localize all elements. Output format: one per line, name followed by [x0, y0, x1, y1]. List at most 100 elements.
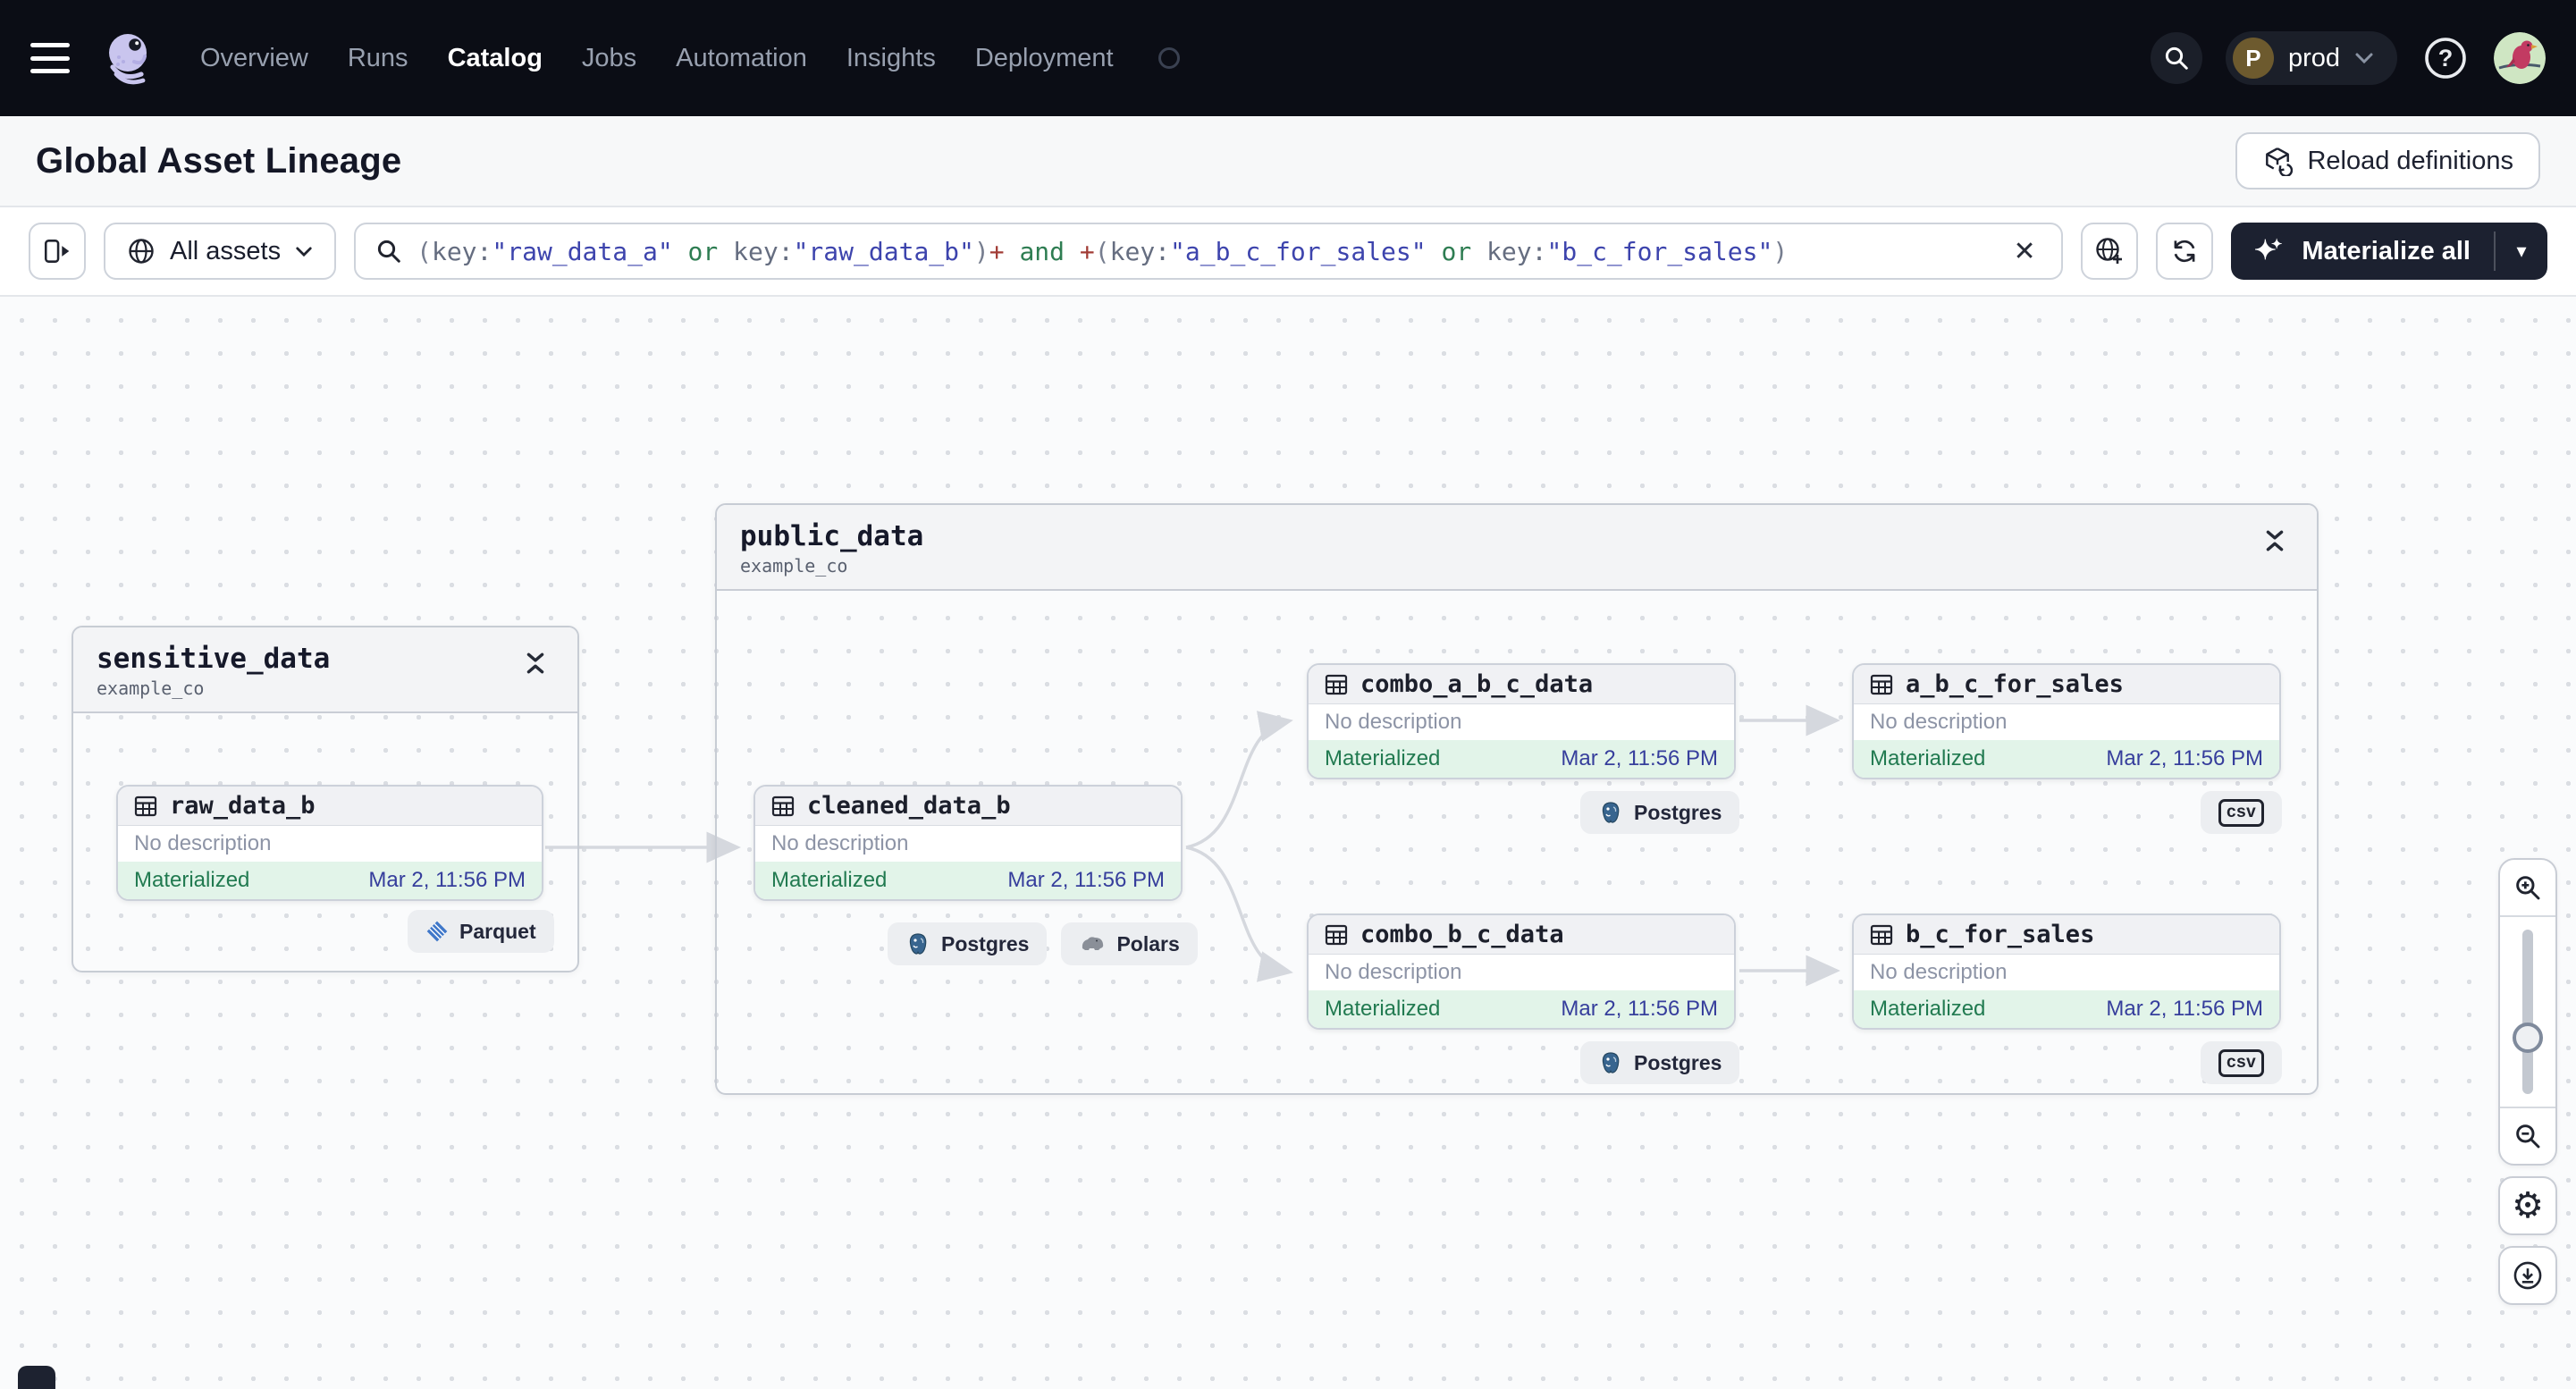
user-avatar[interactable]	[2494, 32, 2546, 84]
clear-query-button[interactable]: ✕	[2008, 236, 2041, 267]
materialize-all-button[interactable]: ✦✦ Materialize all	[2231, 223, 2494, 280]
materialize-all-label: Materialize all	[2302, 236, 2471, 265]
download-graph-button[interactable]	[2498, 1246, 2557, 1305]
nav-item-automation[interactable]: Automation	[676, 44, 807, 73]
refresh-icon	[2174, 240, 2195, 263]
help-button[interactable]: ?	[2420, 33, 2471, 83]
nav-item-runs[interactable]: Runs	[348, 44, 408, 73]
workspace-avatar: P	[2232, 38, 2274, 79]
kind-badge-parquet[interactable]: Parquet	[408, 910, 554, 953]
globe-icon	[129, 239, 154, 264]
asset-status-row: Materialized Mar 2, 11:56 PM	[1854, 990, 2279, 1028]
materialization-timestamp[interactable]: Mar 2, 11:56 PM	[1007, 868, 1165, 893]
top-nav: Overview Runs Catalog Jobs Automation In…	[0, 0, 2576, 116]
asset-search-input[interactable]: (key:"raw_data_a" or key:"raw_data_b")+ …	[354, 223, 2063, 280]
collapsed-panel-corner[interactable]	[18, 1366, 55, 1389]
toggle-left-panel-button[interactable]	[29, 223, 86, 280]
materialization-timestamp[interactable]: Mar 2, 11:56 PM	[2106, 997, 2263, 1022]
graph-settings-button[interactable]: ⚙	[2498, 1176, 2557, 1235]
status-badge: Materialized	[1325, 997, 1441, 1021]
asset-node-raw-data-b[interactable]: raw_data_b No description Materialized M…	[116, 785, 543, 901]
zoom-in-button[interactable]	[2500, 860, 2555, 915]
loading-spinner-icon	[1158, 47, 1180, 69]
nav-item-deployment[interactable]: Deployment	[975, 44, 1114, 73]
kind-badges-raw-data-b: Parquet	[408, 910, 554, 953]
materialization-timestamp[interactable]: Mar 2, 11:56 PM	[1561, 746, 1718, 771]
csv-icon: csv	[2218, 1048, 2265, 1077]
asset-status-row: Materialized Mar 2, 11:56 PM	[1854, 740, 2279, 778]
hamburger-icon[interactable]	[30, 43, 70, 73]
filter-bar: All assets (key:"raw_data_a" or key:"raw…	[0, 207, 2576, 297]
asset-description: No description	[1309, 955, 1734, 990]
materialization-timestamp[interactable]: Mar 2, 11:56 PM	[368, 868, 526, 893]
workspace-switcher[interactable]: P prod	[2225, 31, 2397, 85]
asset-node-combo-b-c-data[interactable]: combo_b_c_data No description Materializ…	[1307, 913, 1736, 1030]
table-icon	[1325, 924, 1348, 945]
asset-name: a_b_c_for_sales	[1906, 670, 2124, 698]
group-header: public_data example_co	[717, 505, 2317, 591]
nav-item-catalog[interactable]: Catalog	[448, 44, 543, 73]
group-title: sensitive_data	[97, 643, 331, 675]
table-icon	[134, 796, 157, 816]
nav-item-insights[interactable]: Insights	[846, 44, 936, 73]
nav-links: Overview Runs Catalog Jobs Automation In…	[200, 44, 1180, 73]
asset-selection-query[interactable]: (key:"raw_data_a" or key:"raw_data_b")+ …	[417, 237, 1993, 266]
polars-icon	[1082, 937, 1104, 950]
collapse-icon	[526, 652, 544, 674]
kind-badge-postgres[interactable]: Postgres	[1580, 791, 1740, 834]
caret-down-icon: ▾	[2516, 240, 2527, 262]
asset-name: combo_a_b_c_data	[1360, 670, 1594, 698]
materialization-timestamp[interactable]: Mar 2, 11:56 PM	[1561, 997, 1718, 1022]
asset-scope-dropdown[interactable]: All assets	[104, 223, 337, 280]
asset-description: No description	[755, 826, 1181, 862]
kind-badges-a-b-c-for-sales: csv	[2201, 791, 2283, 834]
asset-name: combo_b_c_data	[1360, 921, 1564, 948]
collapse-group-button[interactable]	[517, 644, 554, 687]
asset-node-b-c-for-sales[interactable]: b_c_for_sales No description Materialize…	[1852, 913, 2281, 1030]
global-search-button[interactable]	[2150, 32, 2202, 84]
zoom-control-panel	[2498, 858, 2557, 1166]
collapse-group-button[interactable]	[2256, 521, 2294, 565]
zoom-slider-knob[interactable]	[2513, 1023, 2543, 1053]
asset-name: raw_data_b	[170, 792, 316, 820]
asset-status-row: Materialized Mar 2, 11:56 PM	[1309, 740, 1734, 778]
dagster-logo[interactable]	[100, 29, 157, 87]
status-badge: Materialized	[134, 868, 250, 892]
asset-description: No description	[118, 826, 542, 862]
bird-avatar-image	[2494, 32, 2546, 84]
chevron-down-icon	[296, 247, 312, 257]
materialize-options-button[interactable]: ▾	[2496, 223, 2547, 280]
kind-badge-postgres[interactable]: Postgres	[1580, 1041, 1740, 1084]
table-icon	[1870, 674, 1893, 694]
asset-description: No description	[1309, 704, 1734, 740]
nav-item-overview[interactable]: Overview	[200, 44, 308, 73]
group-location: example_co	[97, 677, 205, 699]
kind-badge-csv[interactable]: csv	[2201, 791, 2283, 834]
table-icon	[771, 796, 795, 816]
zoom-out-button[interactable]	[2500, 1108, 2555, 1164]
reload-definitions-button[interactable]: Reload definitions	[2235, 132, 2540, 189]
group-header: sensitive_data example_co	[73, 627, 577, 713]
asset-description: No description	[1854, 955, 2279, 990]
status-badge: Materialized	[1325, 746, 1441, 770]
refresh-graph-button[interactable]	[2155, 223, 2213, 280]
nav-item-jobs[interactable]: Jobs	[582, 44, 636, 73]
globe-plus-icon	[2095, 238, 2122, 264]
asset-status-row: Materialized Mar 2, 11:56 PM	[755, 862, 1181, 899]
zoom-slider-track[interactable]	[2522, 930, 2533, 1094]
zoom-slider[interactable]	[2500, 915, 2555, 1108]
kind-badges-combo-b-c-data: Postgres	[1580, 1041, 1740, 1084]
gear-icon: ⚙	[2512, 1186, 2544, 1225]
postgres-icon	[1602, 1052, 1620, 1073]
asset-lineage-canvas[interactable]: sensitive_data example_co public_data ex…	[0, 297, 2576, 1389]
group-location: example_co	[740, 554, 848, 577]
materialization-timestamp[interactable]: Mar 2, 11:56 PM	[2106, 746, 2263, 771]
add-scope-button[interactable]	[2080, 223, 2138, 280]
asset-node-cleaned-data-b[interactable]: cleaned_data_b No description Materializ…	[753, 785, 1183, 901]
asset-node-a-b-c-for-sales[interactable]: a_b_c_for_sales No description Materiali…	[1852, 663, 2281, 779]
kind-badge-polars[interactable]: Polars	[1061, 922, 1198, 965]
asset-node-combo-a-b-c-data[interactable]: combo_a_b_c_data No description Material…	[1307, 663, 1736, 779]
kind-badge-postgres[interactable]: Postgres	[888, 922, 1048, 965]
chevron-down-icon	[2355, 53, 2373, 64]
kind-badge-csv[interactable]: csv	[2201, 1041, 2283, 1084]
